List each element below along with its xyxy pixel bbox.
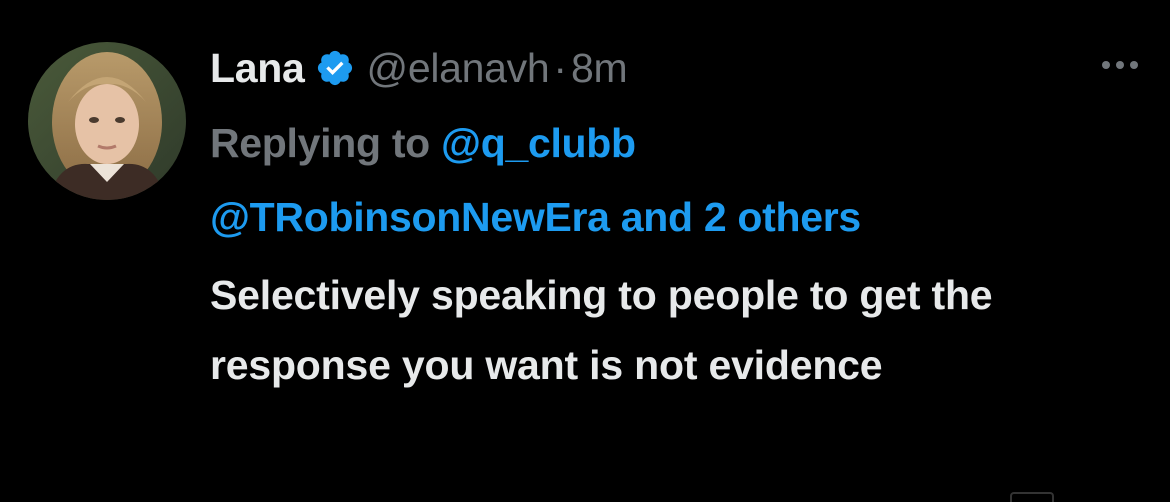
replying-to-label: Replying to — [210, 120, 430, 166]
avatar-image — [28, 42, 186, 200]
tweet-text: Selectively speaking to people to get th… — [210, 272, 993, 388]
cropped-action-icon — [1010, 492, 1054, 502]
ellipsis-icon — [1102, 61, 1138, 69]
separator-dot: · — [553, 44, 567, 91]
author-handle[interactable]: @elanavh — [367, 45, 550, 92]
tweet-header: Lana @elanavh · 8m — [210, 40, 1110, 96]
mention-link-trobinsonnewera[interactable]: @TRobinsonNewEra — [210, 194, 610, 240]
timestamp[interactable]: 8m — [571, 45, 628, 92]
verified-badge-icon — [315, 48, 355, 88]
tweet[interactable]: Lana @elanavh · 8m Replying to @q_clubb … — [0, 0, 1170, 502]
replying-to: Replying to @q_clubb @TRobinsonNewEra an… — [210, 106, 1110, 254]
avatar[interactable] — [28, 42, 186, 200]
tweet-content: Lana @elanavh · 8m Replying to @q_clubb … — [210, 40, 1110, 400]
more-options-button[interactable] — [1092, 50, 1148, 80]
display-name[interactable]: Lana — [210, 45, 305, 92]
and-others-link[interactable]: and 2 others — [621, 194, 861, 240]
mention-link-q-clubb[interactable]: @q_clubb — [441, 120, 636, 166]
